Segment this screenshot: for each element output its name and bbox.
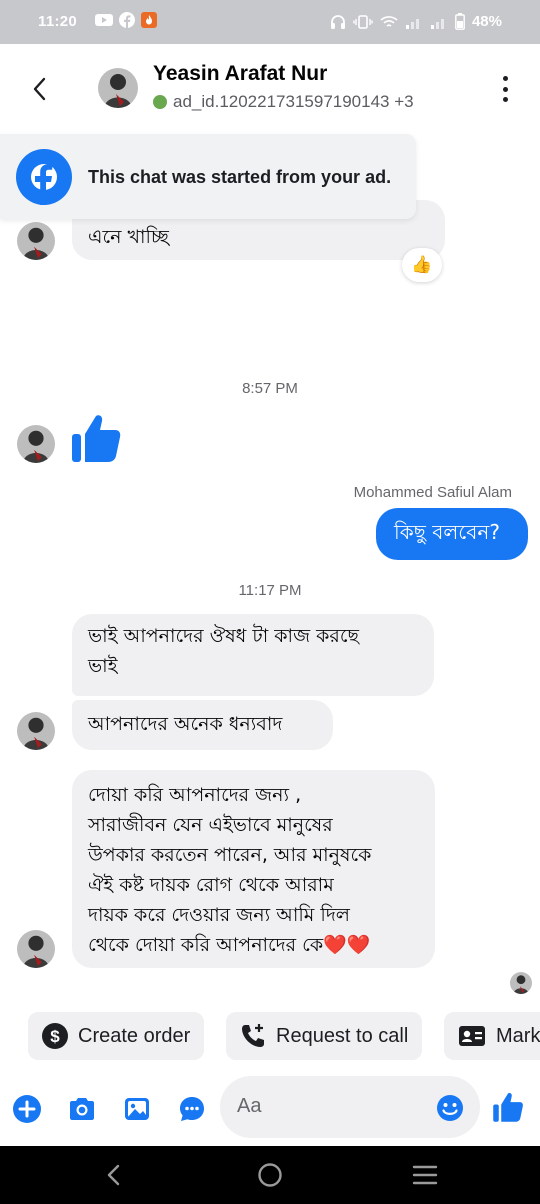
message-composer: Aa bbox=[0, 1074, 540, 1146]
ad-origin-banner: This chat was started from your ad. bbox=[0, 134, 416, 219]
youtube-icon bbox=[95, 14, 113, 26]
message-text: কিছু বলবেন? bbox=[394, 520, 500, 544]
nav-home-icon[interactable] bbox=[257, 1162, 283, 1188]
message-text: ভাই আপনাদের ঔষধ টা কাজ করছে bbox=[88, 625, 359, 647]
plus-icon[interactable] bbox=[12, 1094, 42, 1124]
message-reaction[interactable]: 👍 bbox=[402, 248, 442, 282]
nav-recents-icon[interactable] bbox=[412, 1164, 438, 1186]
back-icon[interactable] bbox=[26, 74, 54, 104]
android-nav-bar bbox=[0, 1146, 540, 1204]
online-status-dot bbox=[153, 95, 167, 109]
signal-icon-2 bbox=[430, 18, 444, 29]
contact-card-icon bbox=[459, 1026, 485, 1046]
chat-header: Yeasin Arafat Nur ad_id.1202217315971901… bbox=[0, 44, 540, 134]
status-time: 11:20 bbox=[38, 13, 78, 30]
message-text: ভাই bbox=[88, 655, 118, 677]
request-to-call-label: Request to call bbox=[276, 1024, 409, 1047]
battery-icon bbox=[455, 13, 465, 30]
contact-name[interactable]: Yeasin Arafat Nur bbox=[153, 62, 327, 86]
sender-avatar[interactable] bbox=[17, 930, 55, 968]
vibrate-icon bbox=[353, 14, 373, 29]
chat-bubble-icon[interactable] bbox=[177, 1094, 207, 1124]
create-order-button[interactable]: $ Create order bbox=[28, 1012, 205, 1060]
send-like-icon[interactable] bbox=[492, 1090, 524, 1124]
ad-banner-text: This chat was started from your ad. bbox=[88, 167, 392, 187]
facebook-logo-icon bbox=[16, 149, 72, 205]
battery-percent: 48% bbox=[471, 13, 502, 30]
seen-indicator-avatar bbox=[510, 972, 532, 994]
outgoing-message[interactable]: কিছু বলবেন? bbox=[376, 508, 528, 560]
request-to-call-button[interactable]: Request to call bbox=[226, 1012, 423, 1060]
phone-add-icon bbox=[242, 1024, 264, 1047]
facebook-icon bbox=[119, 12, 135, 28]
quick-actions-bar: $ Create order Request to call Mark bbox=[0, 1012, 540, 1062]
timestamp: 8:57 PM bbox=[242, 380, 298, 397]
thumbs-up-reaction-icon: 👍 bbox=[411, 255, 433, 275]
camera-icon[interactable] bbox=[67, 1094, 97, 1124]
message-text: থেকে দোয়া করি আপনাদের কে❤️❤️ bbox=[88, 934, 371, 956]
message-input-placeholder: Aa bbox=[237, 1095, 262, 1117]
more-options-icon[interactable] bbox=[500, 76, 510, 102]
message-text: দোয়া করি আপনাদের জন্য , bbox=[88, 784, 302, 806]
thumbs-up-icon[interactable] bbox=[70, 412, 122, 464]
incoming-message[interactable]: ভাই আপনাদের ঔষধ টা কাজ করছে ভাই bbox=[72, 614, 434, 696]
gallery-icon[interactable] bbox=[122, 1094, 152, 1124]
timestamp: 11:17 PM bbox=[238, 582, 302, 599]
contact-avatar[interactable] bbox=[98, 68, 138, 108]
message-text: উপকার করতেন পারেন, আর মানুষকে bbox=[88, 844, 372, 866]
wifi-icon bbox=[380, 15, 398, 27]
message-input[interactable]: Aa bbox=[220, 1076, 480, 1138]
incoming-message[interactable]: আপনাদের অনেক ধন্যবাদ bbox=[72, 700, 333, 750]
sender-avatar[interactable] bbox=[17, 712, 55, 750]
sender-name: Mohammed Safiul Alam bbox=[353, 484, 512, 501]
fire-app-icon bbox=[141, 12, 157, 28]
emoji-icon[interactable] bbox=[436, 1094, 464, 1122]
sender-avatar[interactable] bbox=[17, 425, 55, 463]
signal-icon-1 bbox=[405, 18, 419, 29]
incoming-message[interactable]: দোয়া করি আপনাদের জন্য , সারাজীবন যেন এই… bbox=[72, 770, 435, 968]
mark-label: Mark bbox=[496, 1024, 540, 1047]
dollar-icon: $ bbox=[42, 1023, 68, 1049]
status-bar: 11:20 48% bbox=[0, 0, 540, 44]
message-text: এনে খাচ্ছি bbox=[88, 226, 169, 248]
headphones-icon bbox=[330, 14, 345, 29]
sender-avatar[interactable] bbox=[17, 222, 55, 260]
nav-back-icon[interactable] bbox=[102, 1163, 126, 1187]
contact-subtitle: ad_id.120221731597190143 +3 bbox=[153, 92, 414, 112]
create-order-label: Create order bbox=[78, 1024, 191, 1047]
svg-text:$: $ bbox=[50, 1027, 60, 1046]
mark-button[interactable]: Mark bbox=[444, 1012, 540, 1060]
status-app-icons bbox=[95, 12, 157, 28]
message-text: ঐই কষ্ট দায়ক রোগ থেকে আরাম bbox=[88, 874, 334, 896]
contact-ad-id: ad_id.120221731597190143 +3 bbox=[173, 92, 414, 111]
status-system-icons: 48% bbox=[330, 13, 502, 30]
message-text: দায়ক করে দেওয়ার জন্য আমি দিল bbox=[88, 904, 350, 926]
message-text: সারাজীবন যেন এইভাবে মানুষের bbox=[88, 814, 333, 836]
message-text: আপনাদের অনেক ধন্যবাদ bbox=[88, 713, 283, 735]
